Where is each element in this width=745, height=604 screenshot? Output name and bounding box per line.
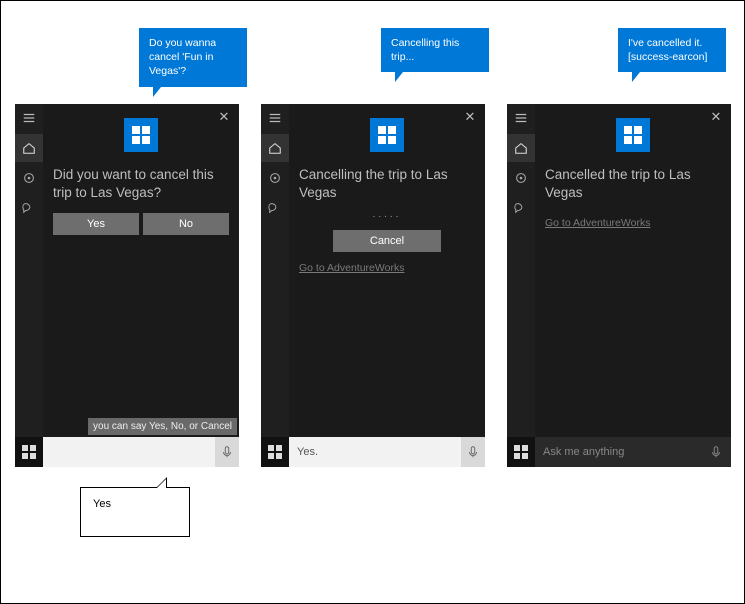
menu-icon [514, 111, 528, 125]
menu-icon [22, 111, 36, 125]
panel-body: ✕ Cancelling the trip to Las Vegas .....… [261, 104, 485, 437]
notebook-icon [22, 171, 36, 185]
button-label: No [179, 218, 193, 230]
close-button[interactable]: ✕ [707, 108, 725, 126]
start-icon [268, 445, 282, 459]
feedback-icon [268, 201, 282, 215]
prompt-heading: Did you want to cancel this trip to Las … [53, 166, 229, 201]
app-tile[interactable] [124, 118, 158, 152]
app-tile[interactable] [616, 118, 650, 152]
bubble-text: Do you wanna cancel 'Fun in Vegas'? [149, 37, 216, 77]
search-box[interactable]: Yes. [289, 437, 461, 467]
cortana-panel-done: ✕ Cancelled the trip to Las Vegas Go to … [507, 104, 731, 467]
menu-button[interactable] [15, 104, 43, 132]
home-button[interactable] [507, 134, 535, 162]
cortana-speech-bubble-1: Do you wanna cancel 'Fun in Vegas'? [139, 28, 247, 87]
bubble-text: Cancelling this trip... [391, 37, 459, 63]
progress-indicator: ..... [373, 209, 402, 220]
home-button[interactable] [15, 134, 43, 162]
start-icon [514, 445, 528, 459]
cortana-panel-progress: ✕ Cancelling the trip to Las Vegas .....… [261, 104, 485, 467]
windows-logo-icon [624, 126, 642, 144]
panel-body: ✕ Cancelled the trip to Las Vegas Go to … [507, 104, 731, 437]
diagram-stage: Do you wanna cancel 'Fun in Vegas'? Canc… [1, 1, 744, 603]
feedback-icon [22, 201, 36, 215]
close-button[interactable]: ✕ [461, 108, 479, 126]
nav-rail [261, 104, 289, 437]
cortana-speech-bubble-3: I've cancelled it. [success-earcon] [618, 28, 726, 72]
cortana-speech-bubble-2: Cancelling this trip... [381, 28, 489, 72]
taskbar: Ask me anything [507, 437, 731, 467]
close-icon: ✕ [711, 109, 722, 124]
notebook-icon [514, 171, 528, 185]
prompt-heading: Cancelling the trip to Las Vegas [299, 166, 475, 201]
home-button[interactable] [261, 134, 289, 162]
notebook-icon [268, 171, 282, 185]
app-tile[interactable] [370, 118, 404, 152]
close-icon: ✕ [465, 109, 476, 124]
home-icon [268, 141, 282, 155]
feedback-icon [514, 201, 528, 215]
taskbar: Yes. [261, 437, 485, 467]
panel-body: ✕ Did you want to cancel this trip to La… [15, 104, 239, 437]
prompt-heading: Cancelled the trip to Las Vegas [545, 166, 721, 201]
search-box[interactable] [43, 437, 215, 467]
close-icon: ✕ [219, 109, 230, 124]
content-area: ✕ Cancelling the trip to Las Vegas .....… [289, 104, 485, 437]
home-icon [22, 141, 36, 155]
feedback-button[interactable] [507, 194, 535, 222]
mic-button[interactable] [215, 437, 239, 467]
mic-icon [466, 445, 480, 459]
user-reply-text: Yes [93, 498, 111, 510]
notebook-button[interactable] [261, 164, 289, 192]
button-label: Yes [87, 218, 105, 230]
search-value: Yes. [297, 446, 453, 458]
confirm-button-row: Yes No [53, 213, 229, 235]
search-box[interactable]: Ask me anything [535, 437, 731, 467]
content-area: ✕ Cancelled the trip to Las Vegas Go to … [535, 104, 731, 437]
user-speech-bubble: Yes [80, 487, 190, 537]
home-icon [514, 141, 528, 155]
nav-rail [507, 104, 535, 437]
bubble-text: I've cancelled it. [success-earcon] [628, 37, 707, 63]
notebook-button[interactable] [507, 164, 535, 192]
voice-hint: you can say Yes, No, or Cancel [88, 418, 237, 435]
mic-icon [220, 445, 234, 459]
deep-link[interactable]: Go to AdventureWorks [299, 262, 404, 274]
menu-button[interactable] [507, 104, 535, 132]
button-row: Cancel [299, 230, 475, 252]
menu-icon [268, 111, 282, 125]
content-area: ✕ Did you want to cancel this trip to La… [43, 104, 239, 437]
link-label: Go to AdventureWorks [545, 217, 650, 229]
mic-button[interactable] [461, 437, 485, 467]
nav-rail [15, 104, 43, 437]
hint-text: you can say Yes, No, or Cancel [93, 421, 232, 432]
no-button[interactable]: No [143, 213, 229, 235]
start-icon [22, 445, 36, 459]
windows-logo-icon [378, 126, 396, 144]
taskbar [15, 437, 239, 467]
yes-button[interactable]: Yes [53, 213, 139, 235]
notebook-button[interactable] [15, 164, 43, 192]
start-button[interactable] [15, 437, 43, 467]
link-label: Go to AdventureWorks [299, 262, 404, 274]
close-button[interactable]: ✕ [215, 108, 233, 126]
windows-logo-icon [132, 126, 150, 144]
menu-button[interactable] [261, 104, 289, 132]
cancel-button[interactable]: Cancel [333, 230, 441, 252]
feedback-button[interactable] [15, 194, 43, 222]
start-button[interactable] [261, 437, 289, 467]
feedback-button[interactable] [261, 194, 289, 222]
start-button[interactable] [507, 437, 535, 467]
search-placeholder: Ask me anything [543, 446, 709, 458]
button-label: Cancel [370, 235, 404, 247]
mic-icon[interactable] [709, 445, 723, 459]
cortana-panel-confirm: ✕ Did you want to cancel this trip to La… [15, 104, 239, 467]
deep-link[interactable]: Go to AdventureWorks [545, 217, 650, 229]
